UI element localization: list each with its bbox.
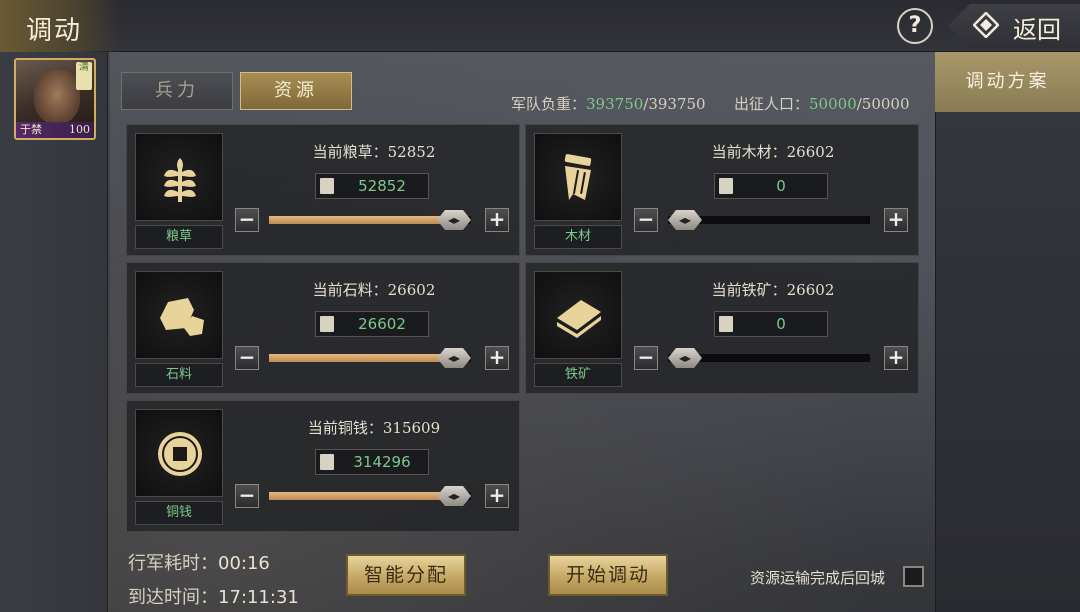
load-max: /393750 (643, 95, 706, 113)
start-transfer-button[interactable]: 开始调动 (548, 554, 668, 596)
back-arrow-icon[interactable] (973, 12, 999, 38)
resource-panel-iron: 铁矿 当前铁矿：26602 0 − + (525, 262, 919, 394)
march-time-label: 行军耗时： (128, 553, 218, 574)
resource-name: 木材 (534, 225, 622, 249)
slider-handle[interactable] (437, 486, 471, 506)
resource-amount-value[interactable]: 0 (737, 312, 825, 336)
slider-fill (269, 492, 454, 500)
resource-name: 石料 (135, 363, 223, 387)
help-button[interactable]: ? (897, 8, 933, 44)
resource-amount-input[interactable]: 52852 (315, 173, 429, 199)
calculator-icon[interactable] (320, 178, 334, 194)
resource-icon-box (534, 271, 622, 359)
stone-icon (160, 298, 204, 336)
increase-button[interactable]: + (485, 208, 509, 232)
resource-amount-value[interactable]: 314296 (338, 450, 426, 474)
decrease-button[interactable]: − (235, 346, 259, 370)
coin-icon (158, 432, 202, 476)
resource-amount-value[interactable]: 26602 (338, 312, 426, 336)
decrease-button[interactable]: − (634, 346, 658, 370)
hero-name: 于禁 (20, 123, 42, 136)
decrease-button[interactable]: − (235, 484, 259, 508)
decrease-button[interactable]: − (634, 208, 658, 232)
resource-icon-box (135, 271, 223, 359)
hero-badge: 清 (76, 62, 92, 90)
page-title: 调动 (0, 0, 120, 52)
increase-button[interactable]: + (884, 346, 908, 370)
return-after-transport-label: 资源运输完成后回城 (750, 569, 886, 587)
resource-panel-grain: 粮草 当前粮草：52852 52852 − + (126, 124, 520, 256)
increase-button[interactable]: + (485, 346, 509, 370)
calculator-icon[interactable] (719, 178, 733, 194)
resource-icon-box (534, 133, 622, 221)
hero-level: 100 (69, 123, 90, 136)
resource-panel-coin: 铜钱 当前铜钱：315609 314296 − + (126, 400, 520, 532)
decrease-button[interactable]: − (235, 208, 259, 232)
grain-icon (164, 158, 196, 202)
tab-resources[interactable]: 资源 (240, 72, 352, 110)
population-stat: 出征人口：50000/50000 (734, 93, 910, 114)
arrive-time-row: 到达时间：17:11:31 (128, 583, 299, 609)
calculator-icon[interactable] (719, 316, 733, 332)
back-label[interactable]: 返回 (1013, 10, 1061, 45)
amount-slider[interactable] (668, 210, 870, 230)
tab-troops[interactable]: 兵力 (121, 72, 233, 110)
resource-name: 铁矿 (534, 363, 622, 387)
resource-panel-stone: 石料 当前石料：26602 26602 − + (126, 262, 520, 394)
resource-amount-value[interactable]: 0 (737, 174, 825, 198)
slider-fill (269, 354, 454, 362)
resource-amount-value[interactable]: 52852 (338, 174, 426, 198)
resource-current-label: 当前粮草：52852 (312, 143, 436, 161)
resource-amount-input[interactable]: 0 (714, 173, 828, 199)
slider-handle[interactable] (437, 210, 471, 230)
resource-name: 铜钱 (135, 501, 223, 525)
calculator-icon[interactable] (320, 316, 334, 332)
load-label: 军队负重： (511, 95, 587, 113)
resource-amount-input[interactable]: 26602 (315, 311, 429, 337)
arrive-time-value: 17:11:31 (218, 587, 299, 608)
resource-amount-input[interactable]: 314296 (315, 449, 429, 475)
arrive-time-label: 到达时间： (128, 587, 218, 608)
slider-handle[interactable] (437, 348, 471, 368)
resource-current-label: 当前铁矿：26602 (711, 281, 835, 299)
iron-icon (557, 300, 601, 338)
slider-fill (269, 216, 454, 224)
transfer-plan-button[interactable]: 调动方案 (935, 52, 1080, 112)
amount-slider[interactable] (668, 348, 870, 368)
march-time-row: 行军耗时：00:16 (128, 549, 270, 575)
resource-panel-wood: 木材 当前木材：26602 0 − + (525, 124, 919, 256)
amount-slider[interactable] (269, 210, 471, 230)
hero-info-bar: 于禁 100 (16, 122, 94, 138)
pop-label: 出征人口： (734, 95, 810, 113)
avatar (34, 70, 80, 124)
pop-current: 50000 (809, 95, 857, 113)
resource-icon-box (135, 133, 223, 221)
wood-icon (564, 154, 592, 200)
hero-portrait[interactable]: 清 于禁 100 (14, 58, 96, 140)
resource-current-label: 当前木材：26602 (711, 143, 835, 161)
resource-current-label: 当前铜钱：315609 (307, 419, 441, 437)
resource-amount-input[interactable]: 0 (714, 311, 828, 337)
resource-current-label: 当前石料：26602 (312, 281, 436, 299)
amount-slider[interactable] (269, 486, 471, 506)
slider-handle[interactable] (668, 210, 702, 230)
march-time-value: 00:16 (218, 553, 270, 574)
auto-allocate-button[interactable]: 智能分配 (346, 554, 466, 596)
resource-icon-box (135, 409, 223, 497)
slider-handle[interactable] (668, 348, 702, 368)
right-sidebar (935, 52, 1080, 612)
calculator-icon[interactable] (320, 454, 334, 470)
increase-button[interactable]: + (485, 484, 509, 508)
increase-button[interactable]: + (884, 208, 908, 232)
army-load-stat: 军队负重：393750/393750 (511, 93, 706, 114)
pop-max: /50000 (856, 95, 910, 113)
load-current: 393750 (586, 95, 644, 113)
resource-name: 粮草 (135, 225, 223, 249)
amount-slider[interactable] (269, 348, 471, 368)
return-after-transport-checkbox[interactable] (903, 566, 924, 587)
